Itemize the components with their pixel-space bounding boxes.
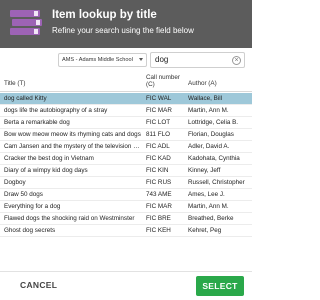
cell-call-number: FIC RUS [146, 179, 172, 186]
cell-call-number: FIC KAD [146, 155, 171, 162]
cell-author: Kinney, Jeff [188, 167, 221, 174]
table-row[interactable]: Ghost dog secrets FIC KEH Kehret, Peg [0, 225, 252, 237]
cell-call-number: FIC KIN [146, 167, 169, 174]
column-header-title[interactable]: Title (T) [4, 80, 25, 87]
cell-call-number: 811 FLO [146, 131, 171, 138]
cell-author: Wallace, Bill [188, 95, 223, 102]
cell-author: Kadohata, Cynthia [188, 155, 240, 162]
cell-author: Adler, David A. [188, 143, 230, 150]
column-header-author[interactable]: Author (A) [188, 80, 217, 87]
cell-call-number: FIC WAL [146, 95, 172, 102]
cell-title: Flawed dogs the shocking raid on Westmin… [4, 215, 135, 222]
cell-author: Florian, Douglas [188, 131, 234, 138]
table-row[interactable]: Dogboy FIC RUS Russell, Christopher [0, 177, 252, 189]
cell-author: Breathed, Berke [188, 215, 234, 222]
cell-call-number: 743 AME [146, 191, 172, 198]
table-row[interactable]: Berta a remarkable dog FIC LOT Lottridge, … [0, 117, 252, 129]
cell-title: Bow wow meow meow its rhyming cats and d… [4, 131, 141, 138]
cell-call-number: FIC MAR [146, 107, 172, 114]
cell-author: Ames, Lee J. [188, 191, 225, 198]
cell-title: Dogboy [4, 179, 26, 186]
cell-author: Lottridge, Celia B. [188, 119, 239, 126]
chevron-down-icon [139, 58, 143, 61]
cell-title: Cracker the best dog in Vietnam [4, 155, 94, 162]
table-row[interactable]: dog called Kitty FIC WAL Wallace, Bill [0, 93, 252, 105]
cell-author: Martin, Ann M. [188, 107, 229, 114]
table-row[interactable]: dogs life the autobiography of a stray FI… [0, 105, 252, 117]
table-header: Title (T) Call number (C) Author (A) [0, 74, 252, 92]
cell-author: Kehret, Peg [188, 227, 222, 234]
cell-title: Everything for a dog [4, 203, 61, 210]
search-input[interactable]: dog × [150, 52, 245, 68]
column-header-call-number[interactable]: Call number (C) [146, 74, 186, 88]
cell-call-number: FIC BRE [146, 215, 171, 222]
table-body: dog called Kitty FIC WAL Wallace, Bill dogs… [0, 93, 252, 237]
cell-title: Ghost dog secrets [4, 227, 56, 234]
cancel-button[interactable]: CANCEL [20, 280, 57, 290]
select-button[interactable]: SELECT [196, 276, 244, 296]
table-row[interactable]: Bow wow meow meow its rhyming cats and d… [0, 129, 252, 141]
table-row[interactable]: Diary of a wimpy kid dog days FIC KIN Kinn… [0, 165, 252, 177]
cell-title: Berta a remarkable dog [4, 119, 70, 126]
cell-title: dogs life the autobiography of a stray [4, 107, 108, 114]
search-input-value: dog [155, 55, 169, 64]
cell-author: Russell, Christopher [188, 179, 245, 186]
cell-title: dog called Kitty [4, 95, 47, 102]
cell-call-number: FIC LOT [146, 119, 171, 126]
school-select-value: AMS - Adams Middle School [62, 57, 133, 63]
dialog-header: Item lookup by title Refine your search … [0, 0, 252, 48]
books-stack-icon [10, 10, 42, 35]
school-select[interactable]: AMS - Adams Middle School [58, 53, 147, 67]
table-row[interactable]: Everything for a dog FIC MAR Martin, Ann M… [0, 201, 252, 213]
table-row[interactable]: Cam Jansen and the mystery of the televi… [0, 141, 252, 153]
search-controls: AMS - Adams Middle School dog × [0, 48, 252, 74]
cell-call-number: FIC KEH [146, 227, 171, 234]
results-table: Title (T) Call number (C) Author (A) dog… [0, 74, 252, 271]
cell-call-number: FIC ADL [146, 143, 170, 150]
dialog-title: Item lookup by title [52, 9, 157, 21]
clear-icon[interactable]: × [232, 56, 241, 65]
table-row[interactable]: Cracker the best dog in Vietnam FIC KAD Ka… [0, 153, 252, 165]
cell-call-number: FIC MAR [146, 203, 172, 210]
cell-title: Draw 50 dogs [4, 191, 43, 198]
cell-title: Diary of a wimpy kid dog days [4, 167, 88, 174]
table-row[interactable]: Draw 50 dogs 743 AME Ames, Lee J. [0, 189, 252, 201]
dialog-subtitle: Refine your search using the field below [52, 26, 194, 35]
table-row[interactable]: Flawed dogs the shocking raid on Westmin… [0, 213, 252, 225]
cell-title: Cam Jansen and the mystery of the televi… [4, 143, 142, 150]
cell-author: Martin, Ann M. [188, 203, 229, 210]
dialog-footer: CANCEL SELECT [0, 271, 252, 300]
